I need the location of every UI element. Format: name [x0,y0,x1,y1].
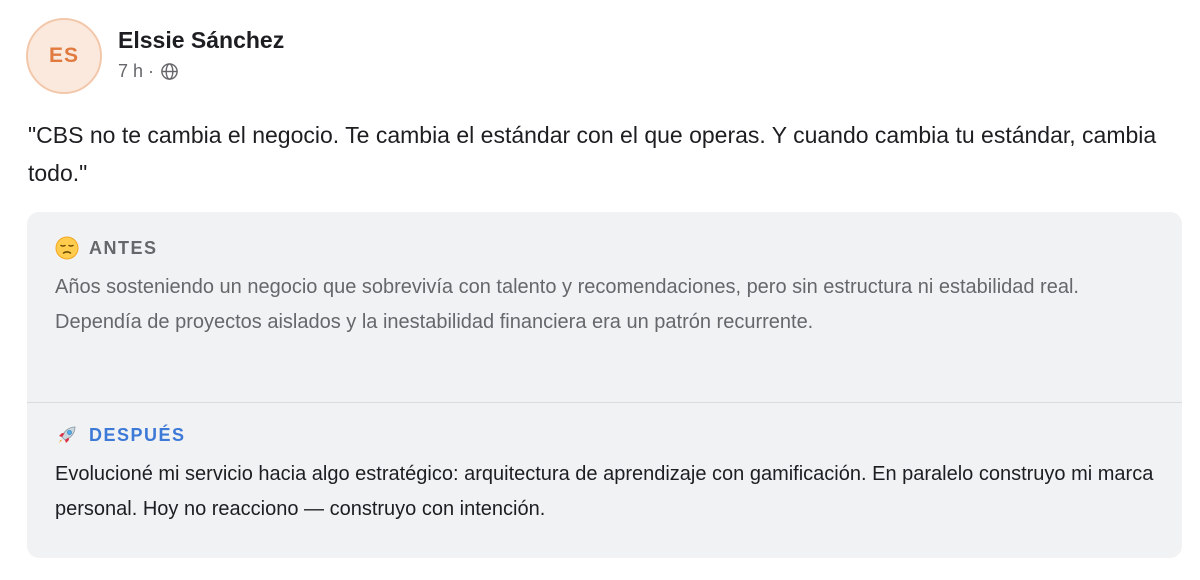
post-subline: 7 h · [118,60,284,82]
post-quote-text: "CBS no te cambia el negocio. Te cambia … [28,122,1157,186]
after-text: Evolucioné mi servicio hacia algo estrat… [55,463,1154,520]
after-section: DESPUÉS Evolucioné mi servicio hacia alg… [27,403,1182,527]
avatar-initials: ES [48,44,79,67]
separator-dot: · [148,61,155,81]
globe-icon[interactable] [160,62,179,81]
avatar[interactable]: ES [26,18,102,94]
post-header: ES Elssie Sánchez 7 h · [26,18,284,94]
author-meta: Elssie Sánchez 7 h · [118,26,284,82]
post-timestamp[interactable]: 7 h [118,60,143,82]
after-label: DESPUÉS [89,425,186,445]
pensive-face-emoji-icon [55,236,79,260]
before-section: ANTES Años sosteniendo un negocio que so… [27,212,1182,403]
before-label: ANTES [89,238,158,258]
author-name[interactable]: Elssie Sánchez [118,26,284,54]
rocket-emoji-icon [55,423,79,447]
before-text: Años sosteniendo un negocio que sobreviv… [55,276,1079,333]
before-heading: ANTES [55,236,1154,260]
post-card: ES Elssie Sánchez 7 h · "CBS no te cambi… [0,0,1200,580]
after-heading: DESPUÉS [55,423,1154,447]
before-after-card: ANTES Años sosteniendo un negocio que so… [27,212,1182,558]
